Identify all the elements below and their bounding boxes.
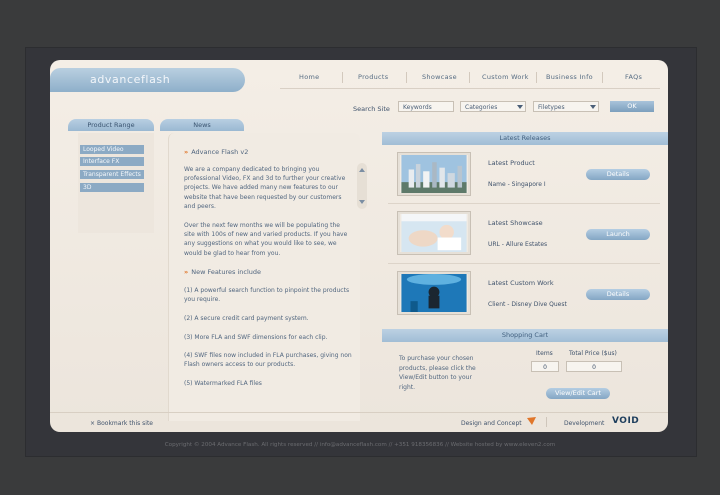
- news-paragraph: Over the next few months we will be popu…: [184, 222, 348, 257]
- details-button[interactable]: Details: [586, 289, 650, 300]
- header-rule: [280, 88, 660, 89]
- logo-badge[interactable]: advanceflash: [50, 68, 245, 92]
- footer-divider: [546, 417, 547, 427]
- product-range-item[interactable]: Looped Video: [80, 145, 144, 154]
- keywords-input[interactable]: Keywords: [398, 101, 454, 112]
- cart-total-value: 0: [566, 361, 622, 372]
- news-scrollbar[interactable]: [357, 163, 367, 209]
- chevron-down-icon: [517, 105, 523, 109]
- divider: [388, 263, 660, 264]
- nav-business-info[interactable]: Business Info: [546, 73, 593, 81]
- view-edit-cart-button[interactable]: View/Edit Cart: [546, 388, 610, 399]
- nav-divider: [602, 72, 603, 83]
- release-subtitle: URL - Allure Estates: [488, 241, 548, 248]
- site-logo: advanceflash: [90, 73, 171, 86]
- news-paragraph: We are a company dedicated to bringing y…: [184, 166, 346, 210]
- product-range-item[interactable]: Transparent Effects: [80, 170, 144, 179]
- development-label: Development: [564, 420, 605, 427]
- cart-total-label: Total Price ($us): [569, 350, 617, 357]
- filetypes-select-label: Filetypes: [538, 104, 565, 111]
- nav-custom-work[interactable]: Custom Work: [482, 73, 529, 81]
- design-logo-icon[interactable]: [526, 416, 538, 426]
- release-title: Latest Custom Work: [488, 279, 554, 287]
- nav-home[interactable]: Home: [299, 73, 319, 81]
- details-button[interactable]: Details: [586, 169, 650, 180]
- categories-select[interactable]: Categories: [460, 101, 526, 112]
- nav-products[interactable]: Products: [358, 73, 388, 81]
- design-concept-label: Design and Concept: [461, 420, 522, 427]
- launch-button[interactable]: Launch: [586, 229, 650, 240]
- bookmark-icon[interactable]: ×: [90, 420, 95, 427]
- bookmark-link[interactable]: Bookmark this site: [97, 420, 153, 427]
- release-subtitle: Client - Disney Dive Quest: [488, 301, 567, 308]
- search-label: Search Site: [353, 105, 390, 113]
- product-range-item[interactable]: 3D: [80, 183, 144, 192]
- nav-divider: [406, 72, 407, 83]
- nav-divider: [342, 72, 343, 83]
- product-range-item[interactable]: Interface FX: [80, 157, 144, 166]
- nav-divider: [536, 72, 537, 83]
- chevron-down-icon: [590, 105, 596, 109]
- latest-releases-header: Latest Releases: [382, 132, 668, 145]
- release-subtitle: Name - Singapore I: [488, 181, 546, 188]
- news-feature: (2) A secure credit card payment system.: [184, 315, 309, 322]
- news-feature: (1) A powerful search function to pinpoi…: [184, 287, 350, 304]
- news-subheading-text: New Features include: [191, 268, 262, 276]
- cart-items-value: 0: [531, 361, 559, 372]
- chevron-right-icon: »: [184, 268, 189, 276]
- news-heading-text: Advance Flash v2: [191, 148, 249, 156]
- search-ok-button[interactable]: OK: [610, 101, 654, 112]
- categories-select-label: Categories: [465, 104, 498, 111]
- news-header: News: [160, 119, 244, 131]
- scroll-up-icon[interactable]: [359, 168, 365, 172]
- release-title: Latest Product: [488, 159, 535, 167]
- news-subheading: » New Features include: [184, 268, 261, 276]
- copyright-text: Copyright © 2004 Advance Flash. All righ…: [164, 442, 556, 448]
- product-range-header: Product Range: [68, 119, 154, 131]
- shopping-cart-header: Shopping Cart: [382, 329, 668, 342]
- nav-showcase[interactable]: Showcase: [422, 73, 457, 81]
- cart-instructions: To purchase your chosen products, please…: [399, 355, 476, 391]
- scroll-down-icon[interactable]: [359, 200, 365, 204]
- release-title: Latest Showcase: [488, 219, 543, 227]
- news-feature: (3) More FLA and SWF dimensions for each…: [184, 334, 328, 341]
- filetypes-select[interactable]: Filetypes: [533, 101, 599, 112]
- main-panel: advanceflash Home Products Showcase Cust…: [50, 60, 668, 432]
- news-feature: (5) Watermarked FLA files: [184, 380, 262, 387]
- void-logo[interactable]: VOID: [612, 416, 639, 426]
- allure-estates-thumbnail[interactable]: [398, 212, 470, 254]
- dive-quest-thumbnail[interactable]: [398, 272, 470, 314]
- chevron-right-icon: »: [184, 148, 189, 156]
- news-heading: » Advance Flash v2: [184, 148, 248, 156]
- singapore-thumbnail[interactable]: [398, 153, 470, 195]
- news-feature: (4) SWF files now included in FLA purcha…: [184, 352, 352, 369]
- nav-faqs[interactable]: FAQs: [625, 73, 642, 81]
- nav-divider: [469, 72, 470, 83]
- cart-items-label: Items: [536, 350, 553, 357]
- divider: [388, 203, 660, 204]
